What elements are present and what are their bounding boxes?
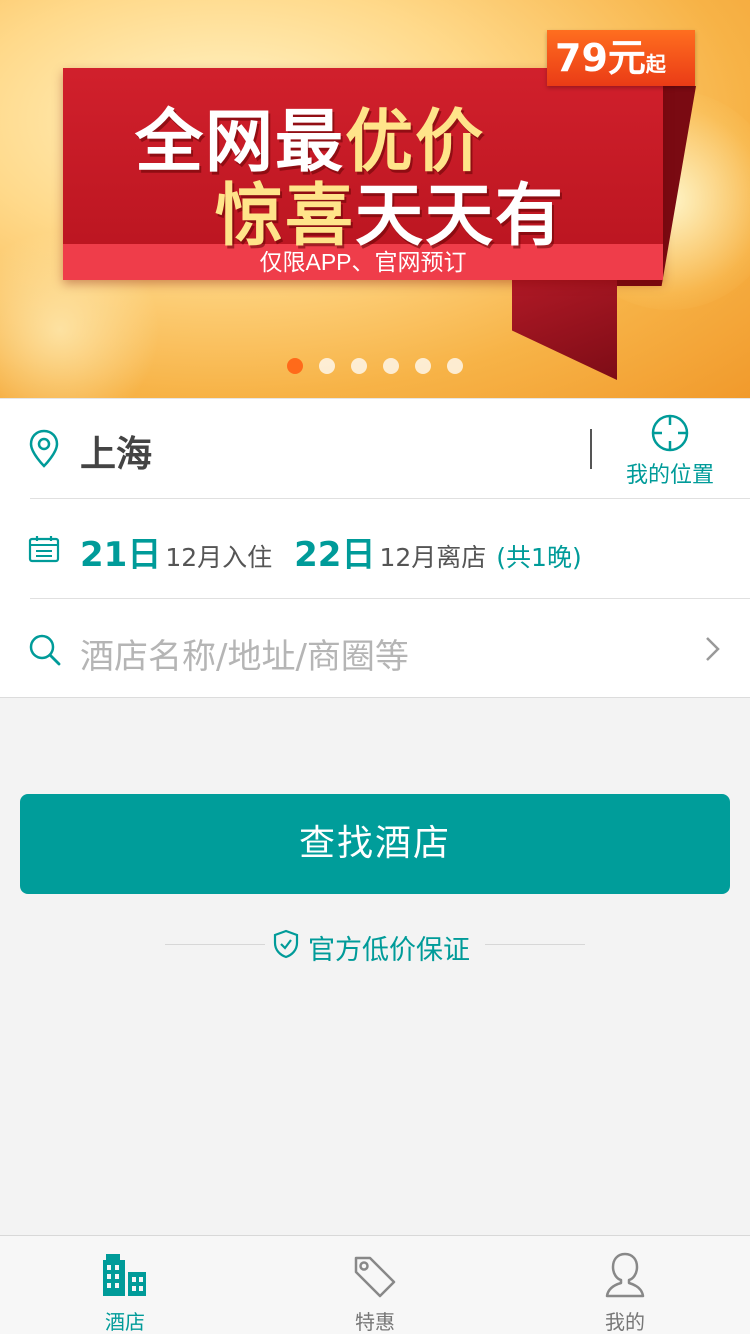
guarantee-label: 官方低价保证 [308, 935, 470, 966]
date-range[interactable]: 21日 12月入住 22日 12月离店 (共1晚) [80, 527, 582, 576]
tab-deals[interactable]: 特惠 [250, 1236, 500, 1334]
chevron-right-icon [706, 637, 720, 661]
crosshair-icon [651, 414, 689, 452]
banner-subtitle: 仅限APP、官网预订 [259, 249, 467, 275]
carousel-dots [287, 358, 463, 374]
price-guarantee: 官方低价保证 [0, 924, 750, 966]
calendar-icon [28, 536, 60, 563]
checkout-day: 22日 [294, 535, 376, 575]
location-pin-icon [29, 429, 59, 468]
tab-label: 酒店 [105, 1310, 145, 1334]
carousel-dot[interactable] [415, 358, 431, 374]
tag-icon [354, 1256, 396, 1298]
promo-banner[interactable]: 全网最优价 惊喜天天有 仅限APP、官网预订 79元起 [0, 0, 750, 398]
checkout-month: 12月离店 [379, 543, 487, 572]
guarantee-line-right [485, 944, 585, 945]
my-location-button[interactable]: 我的位置 [610, 411, 730, 491]
hotel-building-icon [103, 1254, 146, 1296]
ribbon-tail [512, 270, 617, 380]
carousel-dot[interactable] [383, 358, 399, 374]
tab-hotel[interactable]: 酒店 [0, 1236, 250, 1334]
price-tag: 79元起 [547, 30, 695, 86]
tab-mine[interactable]: 我的 [500, 1236, 750, 1334]
carousel-dot[interactable] [319, 358, 335, 374]
carousel-dot[interactable] [447, 358, 463, 374]
vertical-divider [590, 429, 592, 469]
find-hotel-button[interactable]: 查找酒店 [20, 794, 730, 894]
carousel-dot[interactable] [351, 358, 367, 374]
hotel-search-card: 上海 我的位置 21日 12月入住 22日 12月离店 (共1晚) 酒店名称/地… [0, 398, 750, 698]
keyword-input[interactable]: 酒店名称/地址/商圈等 [80, 629, 409, 678]
nights-count: (共1晚) [496, 543, 582, 572]
price-value: 79元 [555, 36, 646, 80]
shield-check-icon [273, 929, 299, 959]
user-icon [605, 1252, 645, 1298]
keyword-search-row[interactable]: 酒店名称/地址/商圈等 [0, 599, 750, 699]
date-row[interactable]: 21日 12月入住 22日 12月离店 (共1晚) [0, 499, 750, 599]
carousel-dot[interactable] [287, 358, 303, 374]
search-icon [29, 634, 61, 666]
checkin-month: 12月入住 [165, 543, 273, 572]
tab-label: 我的 [605, 1310, 645, 1334]
my-location-label: 我的位置 [625, 463, 714, 488]
tab-label: 特惠 [355, 1310, 395, 1334]
checkin-day: 21日 [80, 535, 162, 575]
price-suffix: 起 [645, 52, 666, 76]
tab-bar: 酒店 特惠 我的 [0, 1235, 750, 1334]
city-row[interactable]: 上海 我的位置 [0, 399, 750, 499]
city-name[interactable]: 上海 [80, 425, 152, 477]
guarantee-line-left [165, 944, 265, 945]
